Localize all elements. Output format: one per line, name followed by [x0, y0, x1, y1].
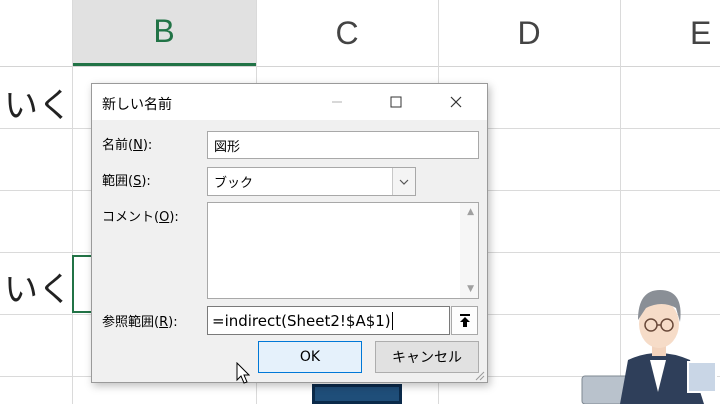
name-label-suffix: ): — [142, 138, 153, 153]
comment-label: コメント(O): — [102, 206, 179, 225]
new-name-dialog: 新しい名前 名前(N): 図形 範囲(S): ブック コメント(O): ▲ ▼ … — [91, 83, 488, 383]
refers-to-field[interactable]: =indirect(Sheet2!$A$1) — [207, 306, 450, 335]
name-label-key: N — [133, 138, 143, 153]
collapse-dialog-icon[interactable] — [451, 306, 478, 335]
cancel-button[interactable]: キャンセル — [375, 341, 479, 373]
column-header-d[interactable]: D — [438, 0, 620, 66]
comment-label-key: O — [159, 210, 170, 225]
column-divider — [72, 0, 73, 404]
comment-textarea[interactable]: ▲ ▼ — [207, 202, 479, 299]
column-header-b[interactable]: B — [72, 0, 256, 66]
refers-to-label: 参照範囲(R): — [102, 311, 178, 330]
comment-label-suffix: ): — [169, 210, 179, 225]
text-caret — [391, 311, 393, 330]
name-label: 名前(N): — [102, 134, 152, 153]
refers-label-key: R — [159, 315, 169, 330]
name-field[interactable]: 図形 — [207, 131, 479, 159]
close-icon[interactable] — [433, 84, 479, 120]
ok-button[interactable]: OK — [258, 341, 362, 373]
cell-a-text[interactable]: いく — [4, 78, 72, 127]
presenter-avatar — [580, 280, 720, 405]
dialog-title: 新しい名前 — [102, 97, 172, 113]
scope-label: 範囲(S): — [102, 170, 151, 189]
column-header-e[interactable]: E — [690, 0, 720, 66]
scroll-up-icon[interactable]: ▲ — [467, 207, 474, 217]
name-label-prefix: 名前( — [102, 138, 134, 153]
refers-label-prefix: 参照範囲( — [102, 315, 160, 330]
scope-label-prefix: 範囲( — [102, 174, 134, 189]
scope-select[interactable]: ブック — [207, 167, 416, 196]
comment-label-prefix: コメント( — [102, 210, 160, 225]
column-header-c[interactable]: C — [256, 0, 438, 66]
chevron-down-icon[interactable] — [392, 168, 415, 195]
scope-label-suffix: ): — [141, 174, 151, 189]
refers-to-value: =indirect(Sheet2!$A$1) — [212, 311, 391, 330]
name-field-value: 図形 — [214, 139, 241, 155]
cell-a-text[interactable]: いく — [4, 262, 72, 311]
refers-label-suffix: ): — [168, 315, 178, 330]
mouse-pointer-icon — [236, 361, 251, 388]
scope-select-value: ブック — [214, 176, 254, 191]
blue-shape[interactable] — [312, 384, 402, 404]
scroll-down-icon[interactable]: ▼ — [467, 284, 474, 294]
resize-grip-icon[interactable] — [475, 370, 485, 381]
dialog-titlebar[interactable]: 新しい名前 — [92, 84, 487, 120]
maximize-icon[interactable] — [373, 84, 419, 120]
minimize-icon — [314, 84, 360, 120]
comment-scrollbar[interactable]: ▲ ▼ — [460, 203, 478, 298]
